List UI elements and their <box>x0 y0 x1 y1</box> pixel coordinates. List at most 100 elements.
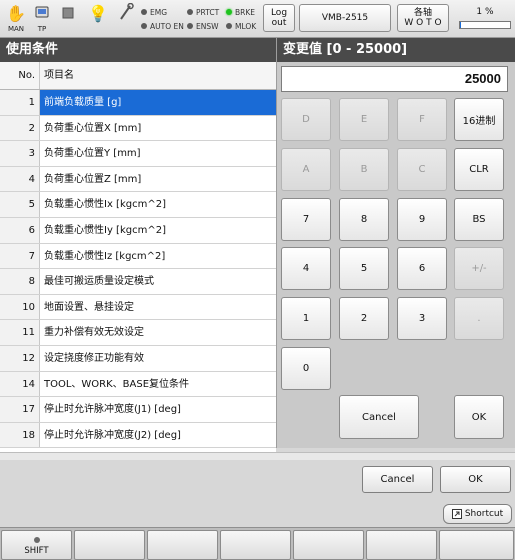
f1-shift-key[interactable]: SHIFT <box>1 530 72 560</box>
col-no-header: No. <box>0 62 40 89</box>
table-row[interactable]: 7 负载重心惯性Iz [kgcm^2] <box>0 243 276 270</box>
horizontal-scrollbar[interactable] <box>0 452 515 460</box>
indicator-dot <box>141 23 147 29</box>
row-number: 10 <box>0 294 40 320</box>
key-d: D <box>281 98 331 141</box>
table-row[interactable]: 3 负荷重心位置Y [mm] <box>0 141 276 167</box>
speed-bar-fill <box>460 22 461 28</box>
key-7[interactable]: 7 <box>281 198 331 241</box>
key-sign: +/- <box>454 247 504 290</box>
logout-label-2: out <box>271 18 287 28</box>
mode-label: MAN <box>7 25 25 33</box>
keypad-cancel-button[interactable]: Cancel <box>339 395 419 439</box>
axis-label-1: 各轴 <box>413 8 432 18</box>
key-c: C <box>397 148 447 191</box>
f5-key[interactable] <box>293 530 364 560</box>
row-number: 1 <box>0 90 40 115</box>
row-item-name: 前端负载质量 [g] <box>40 90 276 115</box>
hand-icon[interactable]: ✋ MAN <box>4 3 28 35</box>
row-number: 12 <box>0 345 40 371</box>
led-icon <box>33 537 40 543</box>
shortcut-button[interactable]: Shortcut <box>443 504 512 524</box>
table-row[interactable]: 18 停止时允许脉冲宽度(J2) [deg] <box>0 422 276 449</box>
row-number: 14 <box>0 371 40 397</box>
indicator-dot <box>141 9 147 15</box>
row-item-name: 负荷重心位置Z [mm] <box>44 173 142 185</box>
table-row[interactable]: 17 停止时允许脉冲宽度(J1) [deg] <box>0 397 276 423</box>
key-9[interactable]: 9 <box>397 198 447 241</box>
row-item-name: 重力补偿有效无效设定 <box>44 327 144 339</box>
table-row[interactable]: 1 前端负载质量 [g] <box>0 90 276 116</box>
row-number: 18 <box>0 422 40 448</box>
shortcut-icon <box>451 509 462 519</box>
speed-display[interactable]: 1 % <box>459 6 511 32</box>
f2-key[interactable] <box>74 530 145 560</box>
square-stop-icon[interactable] <box>56 3 80 35</box>
table-row[interactable]: 2 负荷重心位置X [mm] <box>0 115 276 142</box>
col-name-header: 项目名 <box>44 70 74 81</box>
row-item-name: 停止时允许脉冲宽度(J2) [deg] <box>44 429 181 441</box>
table-row[interactable]: 8 最佳可搬运质量设定模式 <box>0 269 276 295</box>
key-16进制[interactable]: 16进制 <box>454 98 504 141</box>
row-number: 17 <box>0 397 40 422</box>
key-4[interactable]: 4 <box>281 247 331 290</box>
axis-coord-button[interactable]: 各轴 W O T O <box>397 4 449 32</box>
key-f: F <box>397 98 447 141</box>
key-3[interactable]: 3 <box>397 297 447 340</box>
keypad-panel: 变更值 [0 - 25000] 25000 D E F 16进制 A B C CLR 7 8 9 BS… <box>276 38 515 448</box>
status-bar: ✋ MAN TP 💡 EMG AUTO EN PRTCT ENSW BRKE M… <box>0 0 515 38</box>
row-item-name: 最佳可搬运质量设定模式 <box>44 276 154 288</box>
indicator-dot <box>187 23 193 29</box>
logout-button[interactable]: Log out <box>263 4 295 32</box>
bulb-icon[interactable]: 💡 <box>86 3 110 35</box>
key-a: A <box>281 148 331 191</box>
ok-button[interactable]: OK <box>440 466 511 493</box>
cancel-button[interactable]: Cancel <box>362 466 433 493</box>
row-item-name: 停止时允许脉冲宽度(J1) [deg] <box>44 404 181 416</box>
conditions-table: No. 项目名 1 前端负载质量 [g] 2 负荷重心位置X [mm] 3 负荷重心位置Y… <box>0 62 276 460</box>
table-row[interactable]: 4 负荷重心位置Z [mm] <box>0 166 276 193</box>
indicator-mlok: MLOK <box>226 22 256 32</box>
table-row[interactable]: 10 地面设置、悬挂设定 <box>0 294 276 321</box>
key-5[interactable]: 5 <box>339 247 389 290</box>
value-input[interactable]: 25000 <box>281 66 508 92</box>
row-number: 2 <box>0 115 40 141</box>
shortcut-label: Shortcut <box>464 509 504 519</box>
indicator-auto-en: AUTO EN <box>141 22 184 32</box>
tp-label: TP <box>37 25 47 33</box>
robot-name: VMB-2515 <box>321 13 369 23</box>
row-number: 6 <box>0 217 40 243</box>
row-item-name: 负荷重心位置Y [mm] <box>44 148 141 160</box>
f3-key[interactable] <box>147 530 218 560</box>
wrench-icon[interactable] <box>114 2 138 35</box>
teach-pendant-icon[interactable]: TP <box>30 3 54 35</box>
f7-key[interactable] <box>439 530 514 560</box>
key-6[interactable]: 6 <box>397 247 447 290</box>
indicator-emg: EMG <box>141 8 167 18</box>
row-item-name: 负载重心惯性Iz [kgcm^2] <box>44 250 166 262</box>
table-row[interactable]: 5 负载重心惯性Ix [kgcm^2] <box>0 192 276 218</box>
axis-label-2: W O T O <box>404 18 442 28</box>
key-1[interactable]: 1 <box>281 297 331 340</box>
teach-pendant-screen: ✋ MAN TP 💡 EMG AUTO EN PRTCT ENSW BRKE M… <box>0 0 515 560</box>
key-bs[interactable]: BS <box>454 198 504 241</box>
table-row[interactable]: 14 TOOL、WORK、BASE复位条件 <box>0 371 276 398</box>
row-item-name: 负载重心惯性Ix [kgcm^2] <box>44 199 166 211</box>
keypad-ok-button[interactable]: OK <box>454 395 504 439</box>
key-8[interactable]: 8 <box>339 198 389 241</box>
table-row[interactable]: 12 设定挠度修正功能有效 <box>0 345 276 372</box>
keypad-title: 变更值 [0 - 25000] <box>277 38 515 62</box>
key-2[interactable]: 2 <box>339 297 389 340</box>
robot-name-button[interactable]: VMB-2515 <box>299 4 391 32</box>
table-row[interactable]: 11 重力补偿有效无效设定 <box>0 320 276 346</box>
f6-key[interactable] <box>366 530 437 560</box>
logout-label-1: Log <box>270 8 288 18</box>
key-clr[interactable]: CLR <box>454 148 504 191</box>
table-row[interactable]: 6 负载重心惯性Iy [kgcm^2] <box>0 217 276 244</box>
row-item-name: 负载重心惯性Iy [kgcm^2] <box>44 224 166 236</box>
indicator-prtct: PRTCT <box>187 8 219 18</box>
table-body: 1 前端负载质量 [g] 2 负荷重心位置X [mm] 3 负荷重心位置Y [mm] 4 负荷… <box>0 90 276 449</box>
panel-title: 使用条件 <box>0 38 276 62</box>
f4-key[interactable] <box>220 530 291 560</box>
key-0[interactable]: 0 <box>281 347 331 390</box>
